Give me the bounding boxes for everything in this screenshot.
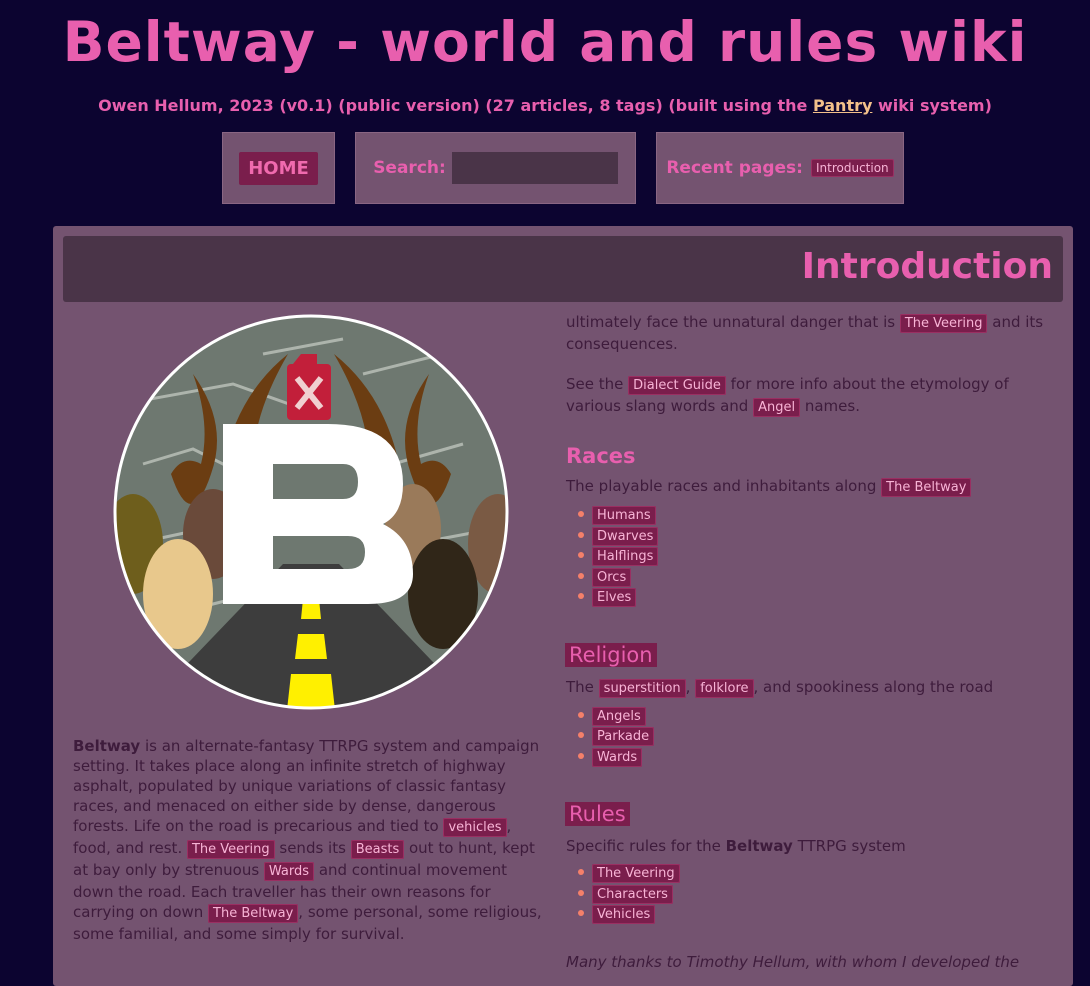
list-item: Characters [578,883,1056,904]
superstition-link[interactable]: superstition [598,678,686,698]
angels-link[interactable]: Angels [592,706,646,726]
list-item: Halflings [578,545,1056,566]
dwarves-link[interactable]: Dwarves [592,526,659,546]
recent-page-link[interactable]: Introduction [810,159,894,177]
site-title: Beltway - world and rules wiki [62,10,1028,74]
right-column: ultimately face the unnatural danger tha… [565,312,1056,972]
intro-paragraph: Beltway is an alternate-fantasy TTRPG sy… [73,737,542,943]
religion-list: Angels Parkade Wards [566,705,1056,767]
home-button[interactable]: HOME [239,151,318,185]
wards-link[interactable]: Wards [592,747,643,767]
races-description: The playable races and inhabitants along… [566,476,1056,498]
angel-link[interactable]: Angel [753,398,801,417]
elves-link[interactable]: Elves [592,588,637,607]
title-bar: Introduction [63,236,1063,302]
site-subtitle: Owen Hellum, 2023 (v0.1) (public version… [98,96,992,115]
list-item: The Veering [578,862,1056,883]
veering-link[interactable]: The Veering [186,840,275,859]
beasts-link[interactable]: Beasts [350,840,405,859]
races-list: Humans Dwarves Halflings Orcs Elves [566,504,1056,607]
article-panel: Introduction Beltway is an alternate-fan… [53,226,1073,986]
search-label: Search: [373,158,446,178]
rules-heading: Rules [565,802,630,826]
search-input[interactable] [451,152,618,184]
vehicles-link[interactable]: Vehicles [592,905,656,924]
list-item: Vehicles [578,903,1056,924]
beltway-link[interactable]: The Beltway [881,478,972,497]
races-heading: Races [566,444,636,468]
home-box: HOME [222,132,335,204]
orcs-link[interactable]: Orcs [592,567,632,587]
thanks-text: Many thanks to Timothy Hellum, with whom… [566,952,1020,971]
list-item: Elves [578,586,1056,607]
list-item: Angels [578,705,1056,726]
dialect-guide-link[interactable]: Dialect Guide [628,376,726,395]
list-item: Wards [578,746,1056,767]
halflings-link[interactable]: Halflings [592,547,659,566]
folklore-link[interactable]: folklore [695,678,754,698]
search-box: Search: [355,132,636,204]
continuation-paragraph: ultimately face the unnatural danger tha… [566,313,1044,353]
rules-description: Specific rules for the Beltway TTRPG sys… [566,837,906,855]
veering-link[interactable]: The Veering [899,314,988,333]
parkade-link[interactable]: Parkade [592,727,655,746]
page-title: Introduction [801,246,1053,287]
list-item: Orcs [578,566,1056,587]
beltway-logo [113,314,509,710]
list-item: Parkade [578,725,1056,746]
recent-pages-label: Recent pages: [666,158,803,178]
characters-link[interactable]: Characters [592,884,673,904]
religion-description: The superstition, folklore, and spookine… [566,677,994,698]
list-item: Dwarves [578,525,1056,546]
dialect-paragraph: See the Dialect Guide for more info abou… [566,375,1009,417]
list-item: Humans [578,504,1056,525]
recent-pages-box: Recent pages: Introduction [656,132,904,204]
pantry-link[interactable]: Pantry [813,96,872,115]
rules-list: The Veering Characters Vehicles [566,862,1056,924]
religion-heading: Religion [565,642,657,667]
vehicles-link[interactable]: vehicles [443,818,507,837]
humans-link[interactable]: Humans [592,506,656,525]
wards-link[interactable]: Wards [263,862,315,881]
veering-link[interactable]: The Veering [592,864,680,883]
beltway-link[interactable]: The Beltway [208,904,299,923]
